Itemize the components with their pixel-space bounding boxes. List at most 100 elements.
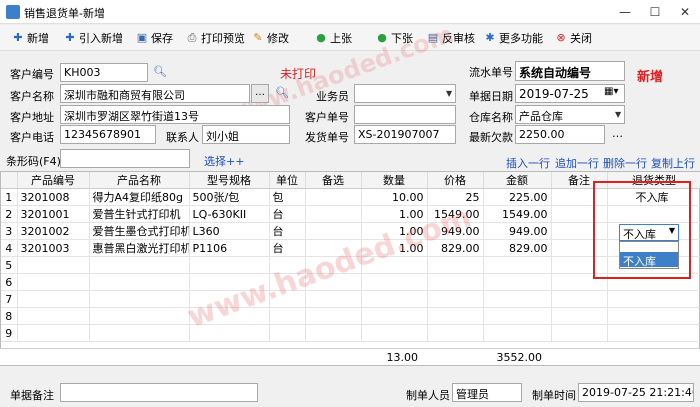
- cell-amount[interactable]: [483, 256, 552, 274]
- minimize-icon[interactable]: —: [610, 0, 640, 24]
- cell-price[interactable]: [427, 290, 484, 308]
- print-preview-button[interactable]: ⎙ 打印预览: [186, 29, 245, 47]
- import-new-button[interactable]: ✚ 引入新增: [64, 29, 123, 47]
- cell-unit[interactable]: [269, 324, 306, 342]
- remark-field[interactable]: [60, 383, 258, 402]
- cell-alt[interactable]: [305, 290, 362, 308]
- cell-price[interactable]: [427, 256, 484, 274]
- salesman-select[interactable]: [354, 84, 456, 103]
- cell-amount[interactable]: [483, 324, 552, 342]
- cell-amount[interactable]: 1549.00: [483, 205, 552, 223]
- save-button[interactable]: ▣ 保存: [136, 29, 173, 47]
- customer-code-field[interactable]: KH003: [60, 63, 148, 82]
- cell-alt[interactable]: [305, 324, 362, 342]
- cell-spec[interactable]: P1106: [189, 239, 270, 257]
- table-row[interactable]: 9: [1, 324, 700, 342]
- col-header-code[interactable]: 产品编号: [17, 172, 90, 189]
- cell-spec[interactable]: [189, 256, 270, 274]
- customer-name-field[interactable]: 深圳市融和商贸有限公司: [60, 84, 250, 103]
- cell-product-name[interactable]: 爱普生墨仓式打印机: [89, 222, 190, 240]
- cell-product-name[interactable]: [89, 290, 190, 308]
- ship-no-field[interactable]: XS-201907007: [354, 125, 456, 144]
- copy-row-link[interactable]: 复制上行: [651, 155, 695, 171]
- cell-product-code[interactable]: [17, 324, 90, 342]
- cell-spec[interactable]: 500张/包: [189, 188, 270, 206]
- cell-product-code[interactable]: 3201003: [17, 239, 90, 257]
- maximize-icon[interactable]: ☐: [640, 0, 670, 24]
- cell-return-type[interactable]: [607, 324, 700, 342]
- cell-qty[interactable]: 10.00: [361, 188, 428, 206]
- address-field[interactable]: 深圳市罗湖区翠竹街道13号: [60, 105, 290, 124]
- cell-product-name[interactable]: [89, 256, 190, 274]
- col-header-price[interactable]: 价格: [427, 172, 484, 189]
- cell-alt[interactable]: [305, 222, 362, 240]
- cell-product-name[interactable]: [89, 273, 190, 291]
- cell-qty[interactable]: [361, 290, 428, 308]
- prev-button[interactable]: ● 上张: [315, 29, 352, 47]
- cell-product-code[interactable]: [17, 273, 90, 291]
- cell-unit[interactable]: 台: [269, 239, 306, 257]
- cell-qty[interactable]: [361, 324, 428, 342]
- select-more-link[interactable]: 选择++: [204, 153, 244, 169]
- chevron-down-icon[interactable]: ▼: [446, 89, 452, 98]
- cell-qty[interactable]: [361, 307, 428, 325]
- barcode-input[interactable]: [60, 149, 190, 168]
- cell-note[interactable]: [551, 324, 608, 342]
- append-row-link[interactable]: 追加一行: [555, 155, 599, 171]
- table-row[interactable]: 8: [1, 307, 700, 325]
- cell-amount[interactable]: 829.00: [483, 239, 552, 257]
- cell-amount[interactable]: 949.00: [483, 222, 552, 240]
- cell-product-name[interactable]: 得力A4复印纸80g: [89, 188, 190, 206]
- cell-unit[interactable]: 包: [269, 188, 306, 206]
- cell-product-code[interactable]: [17, 307, 90, 325]
- cell-unit[interactable]: 台: [269, 222, 306, 240]
- cell-alt[interactable]: [305, 205, 362, 223]
- cell-spec[interactable]: LQ-630KII: [189, 205, 270, 223]
- cell-alt[interactable]: [305, 188, 362, 206]
- cell-note[interactable]: [551, 290, 608, 308]
- cell-product-code[interactable]: [17, 256, 90, 274]
- cell-amount[interactable]: [483, 307, 552, 325]
- cell-product-code[interactable]: 3201002: [17, 222, 90, 240]
- cell-price[interactable]: [427, 307, 484, 325]
- cell-spec[interactable]: L360: [189, 222, 270, 240]
- col-header-alt[interactable]: 备选: [305, 172, 362, 189]
- cell-amount[interactable]: 225.00: [483, 188, 552, 206]
- warehouse-select[interactable]: 产品仓库: [515, 105, 625, 124]
- cell-product-name[interactable]: [89, 307, 190, 325]
- delete-row-link[interactable]: 删除一行: [603, 155, 647, 171]
- col-header-amount[interactable]: 金额: [483, 172, 552, 189]
- cell-amount[interactable]: [483, 273, 552, 291]
- more-functions-button[interactable]: ✱ 更多功能: [484, 29, 543, 47]
- cell-unit[interactable]: 台: [269, 205, 306, 223]
- phone-field[interactable]: 12345678901: [60, 125, 156, 144]
- col-header-unit[interactable]: 单位: [269, 172, 306, 189]
- cell-note[interactable]: [551, 307, 608, 325]
- cell-unit[interactable]: [269, 307, 306, 325]
- cell-product-name[interactable]: [89, 324, 190, 342]
- cell-price[interactable]: [427, 273, 484, 291]
- search-icon[interactable]: 🔍︎: [153, 65, 167, 78]
- table-row[interactable]: 7: [1, 290, 700, 308]
- cell-product-code[interactable]: 3201008: [17, 188, 90, 206]
- cell-product-name[interactable]: 惠普黑白激光打印机: [89, 239, 190, 257]
- cell-return-type[interactable]: [607, 290, 700, 308]
- col-header-spec[interactable]: 型号规格: [189, 172, 270, 189]
- cell-qty[interactable]: [361, 273, 428, 291]
- chevron-down-icon[interactable]: ▼: [615, 110, 621, 119]
- col-header-qty[interactable]: 数量: [361, 172, 428, 189]
- calendar-icon[interactable]: ▦▾: [604, 86, 618, 97]
- cell-return-type[interactable]: [607, 307, 700, 325]
- cell-amount[interactable]: [483, 290, 552, 308]
- close-button[interactable]: ⊗ 关闭: [555, 29, 592, 47]
- cell-product-name[interactable]: 爱普生针式打印机: [89, 205, 190, 223]
- col-header-name[interactable]: 产品名称: [89, 172, 190, 189]
- close-window-icon[interactable]: ✕: [670, 0, 700, 24]
- cell-product-code[interactable]: [17, 290, 90, 308]
- cell-alt[interactable]: [305, 307, 362, 325]
- cell-product-code[interactable]: 3201001: [17, 205, 90, 223]
- debt-more-button[interactable]: …: [612, 127, 623, 140]
- customer-order-field[interactable]: [354, 105, 456, 124]
- insert-row-link[interactable]: 插入一行: [506, 155, 550, 171]
- cell-price[interactable]: [427, 324, 484, 342]
